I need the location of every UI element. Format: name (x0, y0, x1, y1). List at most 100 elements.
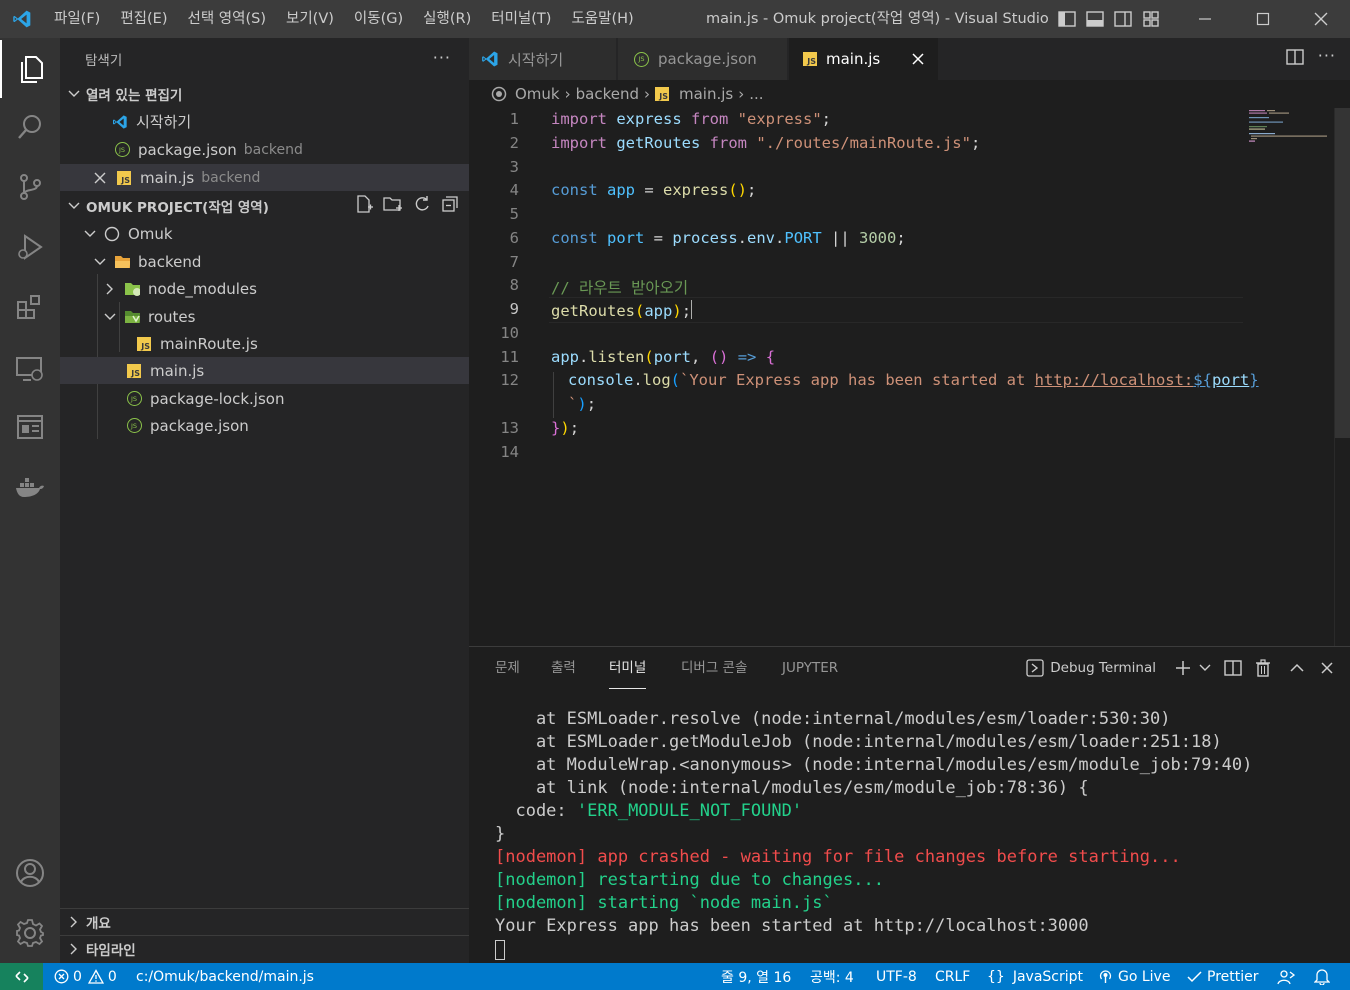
encoding[interactable]: UTF-8 (876, 963, 917, 990)
browser-preview-icon[interactable] (0, 398, 60, 456)
close-tab-icon[interactable] (912, 50, 924, 69)
more-actions-icon[interactable]: ··· (433, 48, 451, 67)
code-line: getRoutes(app); (551, 300, 693, 320)
menu-selection[interactable]: 선택 영역(S) (178, 0, 277, 38)
new-terminal-icon[interactable] (1168, 659, 1198, 677)
minimize-icon[interactable] (1176, 0, 1234, 38)
editor-tabs: 시작하기 JS package.json JS main.js ··· (469, 38, 1350, 80)
docker-icon[interactable] (0, 458, 60, 516)
code-link[interactable]: http://localhost: (1035, 371, 1194, 389)
indentation[interactable]: 공백: 4 (810, 963, 854, 990)
tree-item-routes[interactable]: routes (60, 303, 469, 330)
chevron-down-icon[interactable] (1198, 664, 1212, 672)
tab-package-json[interactable]: JS package.json (618, 38, 788, 80)
new-folder-icon[interactable] (383, 195, 403, 217)
file-path[interactable]: c:/Omuk/backend/main.js (136, 963, 314, 990)
open-editor-main-js[interactable]: JS main.js backend (60, 164, 469, 191)
collapse-all-icon[interactable] (441, 195, 459, 217)
run-debug-icon[interactable] (0, 218, 60, 276)
prettier-button[interactable]: Prettier (1187, 963, 1259, 990)
code-editor[interactable]: 1 2 3 4 5 6 7 8 9 10 11 12 13 14 import … (469, 108, 1350, 646)
accounts-icon[interactable] (0, 844, 60, 902)
tab-terminal[interactable]: 터미널 (609, 647, 647, 689)
scrollbar-thumb[interactable] (1335, 108, 1350, 438)
menu-run[interactable]: 실행(R) (413, 0, 481, 38)
menu-file[interactable]: 파일(F) (44, 0, 110, 38)
code-token: PORT (784, 229, 822, 247)
line-number: 6 (509, 229, 519, 247)
settings-gear-icon[interactable] (0, 904, 60, 962)
maximize-icon[interactable] (1234, 0, 1292, 38)
tab-debug-console[interactable]: 디버그 콘솔 (681, 647, 747, 689)
cursor-position[interactable]: 줄 9, 열 16 (721, 963, 791, 990)
code-token: , (691, 348, 710, 366)
tree-item-omuk[interactable]: Omuk (60, 220, 469, 247)
editor-scrollbar[interactable] (1334, 108, 1350, 646)
notifications-bell-icon[interactable] (1314, 963, 1330, 990)
tab-problems[interactable]: 문제 (495, 647, 520, 689)
go-live-button[interactable]: Go Live (1098, 963, 1170, 990)
tree-item-main-js[interactable]: JS main.js (60, 357, 469, 384)
maximize-panel-icon[interactable] (1282, 663, 1312, 673)
breadcrumb-root[interactable]: Omuk (491, 85, 560, 103)
tree-item-backend[interactable]: backend (60, 248, 469, 275)
tree-item-label: Omuk (128, 224, 173, 243)
close-editor-icon[interactable] (92, 170, 108, 186)
routes-folder-icon (124, 309, 140, 325)
language-label: JavaScript (1012, 968, 1084, 985)
project-header[interactable]: OMUK PROJECT(작업 영역) (60, 192, 469, 220)
split-editor-icon[interactable] (1286, 48, 1304, 70)
code-line: // 라우트 받아오기 (551, 276, 688, 298)
trash-icon[interactable] (1248, 659, 1278, 677)
breadcrumb-folder[interactable]: backend (576, 85, 639, 103)
menu-edit[interactable]: 편집(E) (110, 0, 177, 38)
split-terminal-icon[interactable] (1218, 659, 1248, 677)
search-icon[interactable] (0, 98, 60, 156)
close-window-icon[interactable] (1292, 0, 1350, 38)
line-ending[interactable]: CRLF (935, 963, 970, 990)
explorer-icon[interactable] (0, 40, 60, 98)
menu-view[interactable]: 보기(V) (276, 0, 344, 38)
tree-item-package-lock-json[interactable]: JS package-lock.json (60, 385, 469, 412)
live-share-icon[interactable] (1277, 963, 1295, 990)
terminal-selector[interactable]: Debug Terminal (1026, 659, 1156, 677)
open-editor-package-json[interactable]: JS package.json backend (60, 136, 469, 163)
tree-item-label: package-lock.json (150, 389, 285, 408)
open-editors-header[interactable]: 열려 있는 편집기 (60, 80, 469, 108)
toggle-sidebar-icon[interactable] (1057, 8, 1077, 30)
tab-output[interactable]: 출력 (551, 647, 576, 689)
tree-item-package-json[interactable]: JS package.json (60, 412, 469, 439)
code-token: express (607, 110, 691, 128)
outline-label: 개요 (86, 916, 111, 932)
tree-item-mainroute-js[interactable]: JS mainRoute.js (60, 330, 469, 357)
code-token: getRoutes (607, 134, 710, 152)
tab-welcome[interactable]: 시작하기 (469, 38, 617, 80)
breadcrumb-file[interactable]: JS main.js (655, 85, 733, 103)
refresh-icon[interactable] (413, 195, 431, 217)
open-editor-welcome[interactable]: 시작하기 (60, 108, 469, 135)
outline-header[interactable]: 개요 (60, 908, 469, 935)
tab-jupyter[interactable]: JUPYTER (782, 647, 838, 689)
code-token: console (568, 371, 634, 389)
language-mode[interactable]: {} JavaScript (987, 963, 1083, 990)
source-control-icon[interactable] (0, 158, 60, 216)
remote-indicator[interactable] (0, 963, 43, 990)
more-actions-icon[interactable]: ··· (1318, 48, 1336, 70)
close-panel-icon[interactable] (1312, 662, 1342, 674)
tab-main-js[interactable]: JS main.js (789, 38, 939, 80)
new-file-icon[interactable] (355, 195, 373, 217)
customize-layout-icon[interactable] (1141, 8, 1161, 30)
menu-terminal[interactable]: 터미널(T) (481, 0, 561, 38)
tree-item-node-modules[interactable]: node_modules (60, 275, 469, 302)
problems-indicator[interactable]: 0 0 (54, 963, 117, 990)
menu-help[interactable]: 도움말(H) (561, 0, 643, 38)
minimap[interactable] (1249, 108, 1331, 148)
toggle-secondary-sidebar-icon[interactable] (1113, 8, 1133, 30)
line-number: 14 (500, 443, 519, 461)
toggle-panel-icon[interactable] (1085, 8, 1105, 30)
extensions-icon[interactable] (0, 278, 60, 336)
menu-go[interactable]: 이동(G) (344, 0, 413, 38)
timeline-header[interactable]: 타임라인 (60, 935, 469, 962)
remote-explorer-icon[interactable] (0, 340, 60, 398)
breadcrumb-symbol[interactable]: ... (749, 85, 763, 103)
